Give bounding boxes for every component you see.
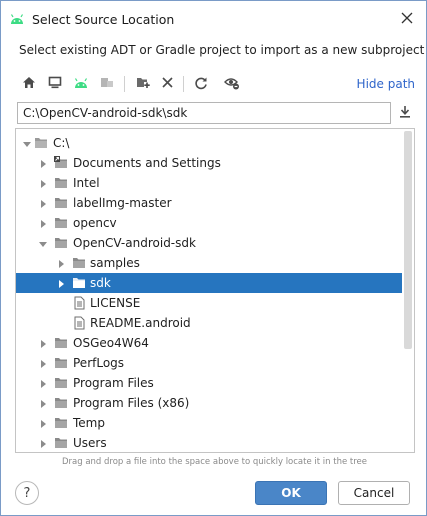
- new-folder-button[interactable]: [132, 73, 154, 95]
- folder-icon: [54, 216, 68, 230]
- chevron-down-icon[interactable]: [22, 138, 32, 148]
- drive-icon: [34, 136, 48, 150]
- folder-icon: [54, 376, 68, 390]
- tree-item-label: PerfLogs: [73, 356, 125, 370]
- toolbar-separator: [124, 76, 125, 92]
- chevron-right-icon[interactable]: [38, 158, 48, 168]
- tree-item-label: sdk: [90, 276, 111, 290]
- show-hidden-button[interactable]: [221, 73, 243, 95]
- tree-row[interactable]: labelImg-master: [16, 193, 402, 213]
- tree-item-label: Temp: [73, 416, 105, 430]
- path-download-button[interactable]: [395, 103, 415, 123]
- tree-item-label: README.android: [90, 316, 191, 330]
- home-button[interactable]: [18, 73, 40, 95]
- folder-icon: [54, 356, 68, 370]
- tree-item-label: labelImg-master: [73, 196, 172, 210]
- ok-button[interactable]: OK: [255, 481, 327, 505]
- tree-row[interactable]: OpenCV-android-sdk: [16, 233, 402, 253]
- folder-icon: [54, 196, 68, 210]
- title-bar: Select Source Location: [1, 1, 426, 37]
- tree-row[interactable]: LICENSE: [16, 293, 402, 313]
- tree-scrollbar[interactable]: [404, 131, 412, 349]
- cancel-button[interactable]: Cancel: [338, 481, 410, 505]
- tree-item-label: Program Files (x86): [73, 396, 190, 410]
- tree-item-label: Documents and Settings: [73, 156, 221, 170]
- chevron-right-icon[interactable]: [38, 378, 48, 388]
- tree-row[interactable]: samples: [16, 253, 402, 273]
- chevron-right-icon[interactable]: [38, 418, 48, 428]
- tree-row[interactable]: C:\: [16, 133, 402, 153]
- tree-row[interactable]: Users: [16, 433, 402, 452]
- file-icon: [72, 316, 86, 330]
- android-sdk-button[interactable]: [70, 73, 92, 95]
- download-icon: [399, 105, 411, 121]
- folder-icon: [54, 416, 68, 430]
- refresh-button[interactable]: [190, 73, 212, 95]
- tree-row[interactable]: OSGeo4W64: [16, 333, 402, 353]
- tree-item-label: OpenCV-android-sdk: [73, 236, 196, 250]
- tree-item-label: OSGeo4W64: [73, 336, 149, 350]
- file-tree[interactable]: C:\ Documents and Settings Intel labelImg-m…: [15, 128, 415, 453]
- chevron-right-icon[interactable]: [38, 358, 48, 368]
- new-folder-icon: [136, 76, 151, 92]
- chevron-right-icon[interactable]: [38, 218, 48, 228]
- tree-item-label: Intel: [73, 176, 100, 190]
- folder-icon: [72, 276, 86, 290]
- tree-item-label: samples: [90, 256, 140, 270]
- tree-row-selected[interactable]: sdk: [16, 273, 402, 293]
- delete-icon: [161, 77, 173, 91]
- desktop-icon: [48, 76, 62, 92]
- show-hidden-icon: [224, 76, 240, 93]
- chevron-down-icon[interactable]: [38, 238, 48, 248]
- refresh-icon: [194, 76, 208, 93]
- tree-row[interactable]: opencv: [16, 213, 402, 233]
- chevron-right-icon[interactable]: [38, 398, 48, 408]
- toolbar: Hide path: [15, 71, 415, 97]
- android-icon: [73, 76, 89, 92]
- folder-icon: [54, 436, 68, 450]
- tree-item-label: LICENSE: [90, 296, 141, 310]
- chevron-right-icon[interactable]: [38, 178, 48, 188]
- tree-row[interactable]: Program Files: [16, 373, 402, 393]
- folder-icon: [54, 396, 68, 410]
- project-icon: [100, 76, 114, 92]
- toolbar-separator: [183, 76, 184, 92]
- home-icon: [22, 76, 36, 92]
- chevron-right-icon[interactable]: [38, 438, 48, 448]
- close-button[interactable]: [392, 5, 422, 33]
- delete-button[interactable]: [156, 73, 178, 95]
- folder-icon: [54, 176, 68, 190]
- tree-row[interactable]: Temp: [16, 413, 402, 433]
- tree-row[interactable]: Program Files (x86): [16, 393, 402, 413]
- select-source-location-dialog: Select Source Location Select existing A…: [0, 0, 427, 516]
- hide-path-link[interactable]: Hide path: [357, 77, 415, 91]
- tree-row[interactable]: Documents and Settings: [16, 153, 402, 173]
- file-icon: [72, 296, 86, 310]
- tree-item-label: opencv: [73, 216, 117, 230]
- help-button[interactable]: ?: [15, 481, 39, 505]
- chevron-right-icon[interactable]: [38, 338, 48, 348]
- chevron-right-icon[interactable]: [56, 278, 66, 288]
- chevron-right-icon[interactable]: [56, 258, 66, 268]
- chevron-right-icon[interactable]: [38, 198, 48, 208]
- close-icon: [401, 12, 413, 27]
- tree-row[interactable]: Intel: [16, 173, 402, 193]
- tree-row[interactable]: PerfLogs: [16, 353, 402, 373]
- tree-row[interactable]: README.android: [16, 313, 402, 333]
- window-title: Select Source Location: [32, 12, 175, 27]
- desktop-button[interactable]: [44, 73, 66, 95]
- path-input[interactable]: [17, 102, 391, 124]
- path-row: [17, 102, 415, 126]
- drag-drop-hint: Drag and drop a file into the space abov…: [61, 457, 367, 467]
- tree-item-label: C:\: [53, 136, 70, 150]
- tree-item-label: Users: [73, 436, 107, 450]
- dialog-description: Select existing ADT or Gradle project to…: [19, 43, 425, 57]
- folder-icon: [72, 256, 86, 270]
- folder-icon: [54, 336, 68, 350]
- folder-link-icon: [54, 156, 68, 170]
- folder-icon: [54, 236, 68, 250]
- project-button[interactable]: [96, 73, 118, 95]
- android-icon: [9, 12, 25, 26]
- tree-item-label: Program Files: [73, 376, 154, 390]
